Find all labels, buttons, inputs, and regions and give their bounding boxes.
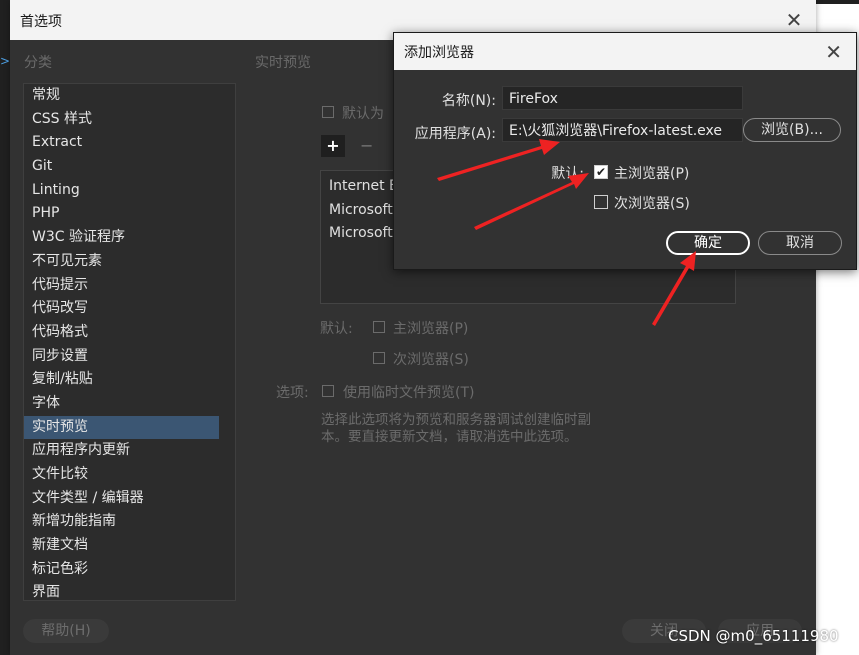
application-field[interactable]: E:\火狐浏览器\Firefox-latest.exe (502, 118, 743, 142)
primary-browser-label: 主浏览器(P) (614, 166, 690, 182)
category-item[interactable]: 应用程序内更新 (24, 439, 235, 463)
temp-preview-description: 选择此选项将为预览和服务器调试创建临时副 本。要直接更新文档，请取消选中此选项。 (321, 412, 591, 446)
remove-browser-button[interactable]: − (360, 135, 373, 157)
section-header: 实时预览 (255, 55, 311, 71)
category-item[interactable]: 新建文档 (24, 534, 235, 558)
category-item[interactable]: 复制/粘贴 (24, 368, 235, 392)
cancel-button[interactable]: 取消 (758, 231, 842, 255)
watermark: CSDN @m0_65111980 (668, 627, 839, 645)
category-item[interactable]: 文件比较 (24, 463, 235, 487)
dialog-title: 添加浏览器 (404, 45, 474, 61)
description-line-2: 本。要直接更新文档，请取消选中此选项。 (321, 429, 578, 445)
bg-secondary-label: 次浏览器(S) (393, 352, 469, 368)
close-icon[interactable]: ✕ (782, 8, 806, 32)
temp-preview-checkbox[interactable] (322, 385, 334, 397)
default-for-checkbox[interactable] (322, 106, 334, 118)
category-item[interactable]: 界面 (24, 581, 235, 600)
category-item[interactable]: W3C 验证程序 (24, 226, 235, 250)
background-window-edge (0, 0, 10, 655)
category-item[interactable]: 同步设置 (24, 345, 235, 369)
category-item[interactable]: CSS 样式 (24, 108, 235, 132)
ok-button[interactable]: 确定 (666, 231, 750, 255)
dialog-default-label: 默认: (551, 166, 584, 182)
default-for-label: 默认为 (342, 106, 384, 122)
secondary-browser-label: 次浏览器(S) (614, 196, 690, 212)
category-item[interactable]: Linting (24, 179, 235, 203)
browse-button[interactable]: 浏览(B)... (743, 118, 841, 142)
category-list[interactable]: 常规 CSS 样式 Extract Git Linting PHP W3C 验证程序 不可见元… (23, 83, 236, 601)
category-item[interactable]: 常规 (24, 84, 235, 108)
options-label: 选项: (276, 385, 309, 401)
name-field[interactable]: FireFox (502, 86, 743, 110)
category-item[interactable]: 新增功能指南 (24, 510, 235, 534)
dialog-titlebar: 添加浏览器 ✕ (394, 33, 856, 70)
bg-primary-label: 主浏览器(P) (393, 321, 469, 337)
bg-primary-checkbox[interactable] (373, 321, 385, 333)
temp-preview-label: 使用临时文件预览(T) (343, 385, 475, 401)
category-header: 分类 (24, 55, 52, 71)
category-item[interactable]: 代码改写 (24, 297, 235, 321)
application-label: 应用程序(A): (414, 126, 496, 142)
category-item[interactable]: 文件类型 / 编辑器 (24, 487, 235, 511)
name-label: 名称(N): (441, 93, 496, 109)
description-line-1: 选择此选项将为预览和服务器调试创建临时副 (321, 412, 591, 428)
category-item[interactable]: 代码提示 (24, 274, 235, 298)
category-item[interactable]: 实时预览 (24, 415, 219, 440)
add-browser-button[interactable]: + (321, 135, 345, 157)
background-edge-glyph: > (0, 54, 11, 68)
category-item[interactable]: 字体 (24, 392, 235, 416)
category-item[interactable]: Extract (24, 131, 235, 155)
secondary-browser-checkbox[interactable] (594, 195, 608, 209)
category-item[interactable]: 不可见元素 (24, 250, 235, 274)
dialog-close-icon[interactable]: ✕ (825, 40, 842, 64)
category-item[interactable]: 标记色彩 (24, 558, 235, 582)
help-button[interactable]: 帮助(H) (23, 619, 109, 643)
category-item[interactable]: 代码格式 (24, 321, 235, 345)
bg-default-label: 默认: (320, 321, 353, 337)
category-item[interactable]: PHP (24, 202, 235, 226)
add-browser-dialog: 添加浏览器 ✕ 名称(N): FireFox 应用程序(A): E:\火狐浏览器… (393, 32, 857, 270)
category-item[interactable]: Git (24, 155, 235, 179)
bg-secondary-checkbox[interactable] (373, 352, 385, 364)
primary-browser-checkbox[interactable]: ✔ (594, 165, 608, 179)
preferences-title: 首选项 (20, 14, 62, 30)
